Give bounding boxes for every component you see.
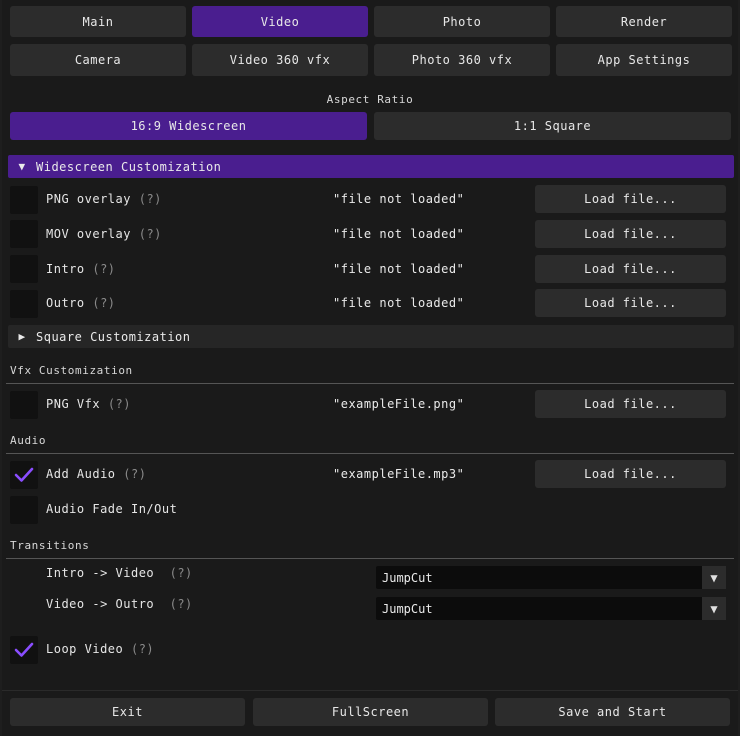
outro-label: Outro (?) <box>46 296 116 310</box>
audio-section-title: Audio <box>10 434 47 447</box>
chevron-down-icon[interactable]: ▼ <box>702 597 726 620</box>
help-icon[interactable]: (?) <box>170 597 193 611</box>
dropdown-value: JumpCut <box>382 601 433 616</box>
widescreen-customization-header[interactable]: ▼ Widescreen Customization <box>8 155 734 178</box>
loop-video-label: Loop Video (?) <box>46 642 155 656</box>
outro-load-button[interactable]: Load file... <box>535 289 726 317</box>
help-icon[interactable]: (?) <box>139 192 162 206</box>
png-overlay-checkbox[interactable] <box>10 186 38 214</box>
png-vfx-file: "exampleFile.png" <box>333 397 465 411</box>
transitions-section-title: Transitions <box>10 539 90 552</box>
tab-render[interactable]: Render <box>556 6 732 37</box>
square-customization-header[interactable]: ▶ Square Customization <box>8 325 734 348</box>
tab-photo[interactable]: Photo <box>374 6 550 37</box>
outro-file: "file not loaded" <box>333 296 465 310</box>
png-vfx-checkbox[interactable] <box>10 391 38 419</box>
help-icon[interactable]: (?) <box>108 397 131 411</box>
divider <box>6 453 734 454</box>
audio-fade-checkbox[interactable] <box>10 496 38 524</box>
png-overlay-load-button[interactable]: Load file... <box>535 185 726 213</box>
add-audio-load-button[interactable]: Load file... <box>535 460 726 488</box>
square-header-label: Square Customization <box>36 329 191 344</box>
intro-file: "file not loaded" <box>333 262 465 276</box>
intro-video-transition-dropdown[interactable]: JumpCut ▼ <box>376 566 726 589</box>
aspect-widescreen-button[interactable]: 16:9 Widescreen <box>10 112 367 140</box>
png-vfx-load-button[interactable]: Load file... <box>535 390 726 418</box>
checkmark-icon <box>14 642 34 657</box>
footer-divider <box>2 690 738 691</box>
tab-camera[interactable]: Camera <box>10 44 186 76</box>
png-overlay-label: PNG overlay (?) <box>46 192 162 206</box>
png-overlay-file: "file not loaded" <box>333 192 465 206</box>
mov-overlay-checkbox[interactable] <box>10 220 38 248</box>
mov-overlay-load-button[interactable]: Load file... <box>535 220 726 248</box>
save-and-start-button[interactable]: Save and Start <box>495 698 730 726</box>
help-icon[interactable]: (?) <box>123 467 146 481</box>
chevron-down-icon[interactable]: ▼ <box>702 566 726 589</box>
add-audio-label: Add Audio (?) <box>46 467 147 481</box>
tab-video-360-vfx[interactable]: Video 360 vfx <box>192 44 368 76</box>
add-audio-checkbox[interactable] <box>10 461 38 489</box>
tab-photo-360-vfx[interactable]: Photo 360 vfx <box>374 44 550 76</box>
help-icon[interactable]: (?) <box>131 642 154 656</box>
divider <box>6 558 734 559</box>
triangle-right-icon: ▶ <box>18 330 26 343</box>
mov-overlay-label: MOV overlay (?) <box>46 227 162 241</box>
mov-overlay-file: "file not loaded" <box>333 227 465 241</box>
audio-fade-label: Audio Fade In/Out <box>46 502 178 516</box>
intro-load-button[interactable]: Load file... <box>535 255 726 283</box>
exit-button[interactable]: Exit <box>10 698 245 726</box>
dropdown-value: JumpCut <box>382 570 433 585</box>
checkmark-icon <box>14 467 34 482</box>
vfx-section-title: Vfx Customization <box>10 364 133 377</box>
triangle-down-icon: ▼ <box>18 160 26 173</box>
aspect-square-button[interactable]: 1:1 Square <box>374 112 731 140</box>
intro-video-transition-label: Intro -> Video (?) <box>46 566 193 580</box>
png-vfx-label: PNG Vfx (?) <box>46 397 131 411</box>
add-audio-file: "exampleFile.mp3" <box>333 467 465 481</box>
video-outro-transition-dropdown[interactable]: JumpCut ▼ <box>376 597 726 620</box>
help-icon[interactable]: (?) <box>139 227 162 241</box>
help-icon[interactable]: (?) <box>170 566 193 580</box>
intro-label: Intro (?) <box>46 262 116 276</box>
fullscreen-button[interactable]: FullScreen <box>253 698 488 726</box>
tab-main[interactable]: Main <box>10 6 186 37</box>
help-icon[interactable]: (?) <box>92 296 115 310</box>
tab-app-settings[interactable]: App Settings <box>556 44 732 76</box>
intro-checkbox[interactable] <box>10 255 38 283</box>
tab-video[interactable]: Video <box>192 6 368 37</box>
outro-checkbox[interactable] <box>10 290 38 318</box>
loop-video-checkbox[interactable] <box>10 636 38 664</box>
divider <box>6 383 734 384</box>
video-outro-transition-label: Video -> Outro (?) <box>46 597 193 611</box>
aspect-ratio-title: Aspect Ratio <box>326 93 414 106</box>
widescreen-header-label: Widescreen Customization <box>36 159 222 174</box>
app-window: Main Video Photo Render Camera Video 360… <box>2 0 738 736</box>
help-icon[interactable]: (?) <box>92 262 115 276</box>
